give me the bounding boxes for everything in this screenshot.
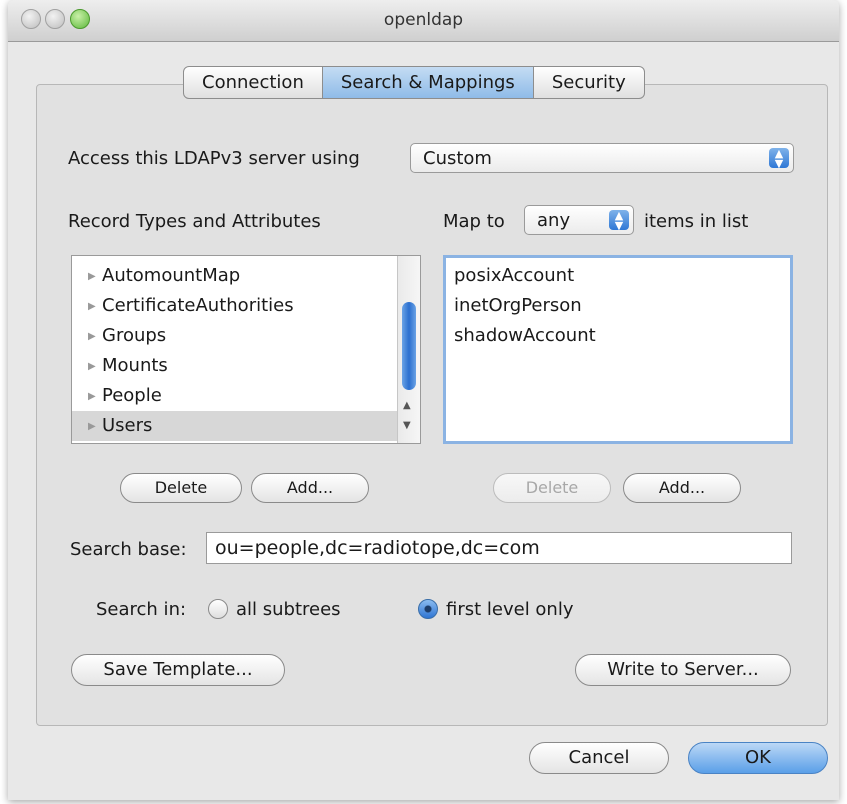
tree-item-certificateauthorities[interactable]: ▶ CertificateAuthorities: [72, 291, 402, 321]
window-title: openldap: [383, 10, 464, 30]
delete-mapping-button[interactable]: Delete: [493, 473, 611, 503]
save-template-button[interactable]: Save Template...: [71, 654, 285, 686]
map-mode-popup[interactable]: any ▲ ▼: [524, 205, 634, 235]
add-record-type-button[interactable]: Add...: [251, 473, 369, 503]
tab-search-mappings[interactable]: Search & Mappings: [322, 66, 534, 99]
tree-item-people[interactable]: ▶ People: [72, 381, 402, 411]
disclosure-triangle-icon[interactable]: ▶: [88, 412, 102, 442]
search-in-label: Search in:: [96, 599, 187, 620]
record-types-label: Record Types and Attributes: [68, 211, 321, 232]
scroll-down-arrow-icon[interactable]: ▼: [403, 420, 411, 431]
list-item[interactable]: inetOrgPerson: [454, 291, 582, 321]
tree-item-mounts[interactable]: ▶ Mounts: [72, 351, 402, 381]
radio-first-level-only-label[interactable]: first level only: [446, 599, 574, 620]
add-mapping-button[interactable]: Add...: [623, 473, 741, 503]
disclosure-triangle-icon[interactable]: ▶: [88, 322, 102, 352]
radio-all-subtrees[interactable]: [208, 599, 228, 619]
updown-arrows-icon: ▲ ▼: [769, 148, 789, 169]
disclosure-triangle-icon[interactable]: ▶: [88, 292, 102, 322]
ok-button[interactable]: OK: [688, 742, 828, 774]
radio-first-level-only[interactable]: [418, 599, 438, 619]
access-method-popup[interactable]: Custom ▲ ▼: [410, 143, 794, 173]
tree-item-automountmap[interactable]: ▶ AutomountMap: [72, 261, 402, 291]
search-base-label: Search base:: [70, 539, 187, 560]
list-scrollbar[interactable]: ▲ ▼: [397, 256, 420, 443]
tab-connection[interactable]: Connection: [183, 66, 323, 99]
tab-security[interactable]: Security: [533, 66, 645, 99]
tree-item-groups[interactable]: ▶ Groups: [72, 321, 402, 351]
access-label: Access this LDAPv3 server using: [68, 148, 360, 169]
list-item[interactable]: posixAccount: [454, 261, 574, 291]
updown-arrows-icon: ▲ ▼: [609, 210, 629, 231]
map-mode-value: any: [537, 210, 571, 231]
tab-bar: Connection Search & Mappings Security: [183, 66, 645, 99]
items-in-list-label: items in list: [644, 211, 749, 232]
write-to-server-button[interactable]: Write to Server...: [575, 654, 791, 686]
search-base-field[interactable]: ou=people,dc=radiotope,dc=com: [206, 532, 792, 564]
access-method-value: Custom: [423, 148, 492, 169]
delete-record-type-button[interactable]: Delete: [120, 473, 242, 503]
title-bar: openldap: [8, 0, 839, 42]
tree-item-users[interactable]: ▶ Users: [72, 411, 402, 441]
cancel-button[interactable]: Cancel: [529, 742, 669, 774]
disclosure-triangle-icon[interactable]: ▶: [88, 382, 102, 412]
disclosure-triangle-icon[interactable]: ▶: [88, 262, 102, 292]
list-item[interactable]: shadowAccount: [454, 321, 596, 351]
record-types-list[interactable]: ▶ AutomountMap ▶ CertificateAuthorities ▶ G…: [71, 255, 421, 444]
dialog-window: openldap Connection Search & Mappings Se…: [8, 0, 839, 800]
scroll-up-arrow-icon[interactable]: ▲: [403, 400, 411, 411]
mapped-classes-list[interactable]: posixAccount inetOrgPerson shadowAccount: [443, 255, 793, 444]
radio-all-subtrees-label[interactable]: all subtrees: [236, 599, 341, 620]
map-to-label: Map to: [443, 211, 505, 232]
disclosure-triangle-icon[interactable]: ▶: [88, 352, 102, 382]
scrollbar-thumb[interactable]: [402, 302, 416, 390]
